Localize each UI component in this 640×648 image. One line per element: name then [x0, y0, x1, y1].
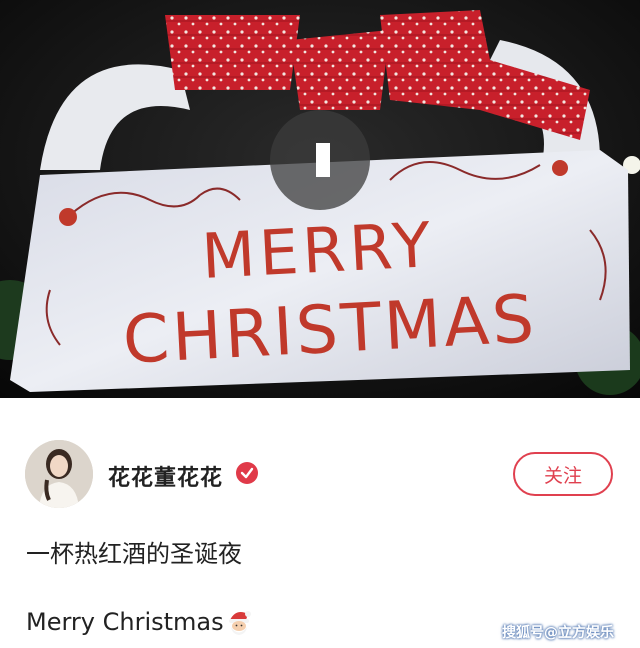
avatar[interactable] [25, 440, 93, 508]
sign-text-merry: MERRY [200, 208, 436, 293]
verified-icon [236, 462, 258, 484]
follow-button[interactable]: 关注 [513, 452, 613, 496]
author-row: 花花董花花 关注 [0, 436, 640, 512]
avatar-image [25, 440, 93, 508]
video-thumbnail[interactable]: MERRY CHRISTMAS [0, 0, 640, 398]
post-text-line1: 一杯热红酒的圣诞夜 [26, 540, 242, 568]
santa-icon [226, 608, 252, 636]
author-name[interactable]: 花花董花花 [108, 460, 223, 492]
post-text-line2: Merry Christmas [26, 608, 224, 636]
play-icon [316, 143, 330, 177]
watermark: 搜狐号@立方娱乐 [502, 625, 614, 641]
play-button[interactable] [270, 110, 370, 210]
post-text-line2-row: Merry Christmas [26, 608, 252, 636]
